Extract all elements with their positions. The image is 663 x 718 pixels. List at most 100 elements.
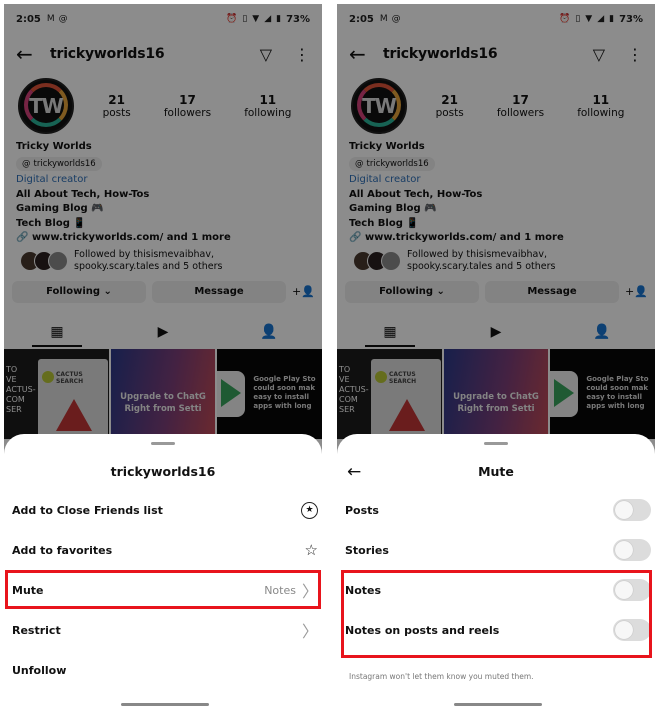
followed-by[interactable]: Followed by thisismevaibhav, spooky.scary…: [337, 246, 655, 273]
message-button[interactable]: Message: [485, 280, 619, 303]
post-thumbnail[interactable]: Upgrade to ChatG Right from Setti: [443, 348, 549, 439]
highlight-box: [341, 570, 652, 658]
more-options-icon[interactable]: ⋮: [294, 45, 310, 64]
bio-line: Tech Blog 📱: [349, 217, 419, 229]
home-indicator[interactable]: [454, 703, 542, 706]
display-name: Tricky Worlds: [16, 141, 92, 152]
follower-avatar: [48, 250, 68, 271]
highlight-box: [5, 570, 321, 609]
bio-line: All About Tech, How-Tos: [349, 188, 483, 200]
sheet-title: Mute: [478, 464, 514, 479]
post-thumbnail[interactable]: Google Play Sto could soon mak easy to ins…: [217, 348, 322, 439]
profile-tabs: ▦ ▶ 👤: [4, 317, 322, 347]
status-bar: 2:05 M @ ⏰ ▯ ▼ ◢ ▮ 73%: [4, 4, 322, 34]
display-name: Tricky Worlds: [349, 141, 425, 152]
profile-top-bar: ← trickyworlds16 ▽ ⋮: [4, 34, 322, 74]
status-time: 2:05: [349, 13, 374, 25]
star-outline-icon: ☆: [304, 541, 318, 559]
category-label: Digital creator: [349, 174, 421, 185]
threads-icon: @: [355, 158, 364, 169]
warning-icon: [56, 398, 92, 431]
battery-level: 73%: [286, 13, 310, 25]
profile-bio: Tricky Worlds @ trickyworlds16 Digital cr…: [337, 134, 655, 246]
threads-badge[interactable]: @ trickyworlds16: [16, 156, 102, 171]
bio-line: Gaming Blog 🎮: [16, 203, 104, 214]
alarm-icon: ⏰: [226, 14, 238, 24]
battery-icon: ▮: [276, 14, 282, 24]
signal-icon: ◢: [264, 14, 272, 24]
threads-icon: @: [391, 14, 401, 24]
more-options-icon[interactable]: ⋮: [627, 45, 643, 64]
bio-line: Gaming Blog 🎮: [349, 203, 437, 214]
profile-top-bar: ← trickyworlds16 ▽ ⋮: [337, 34, 655, 74]
sheet-title: trickyworlds16: [110, 464, 216, 479]
profile-page: 2:05 M @ ⏰ ▯ ▼ ◢ ▮ 73% ← trickyworlds16 …: [337, 4, 655, 464]
stat-posts[interactable]: 21 posts: [103, 93, 131, 119]
tagged-icon: 👤: [593, 323, 611, 340]
right-screenshot: 2:05 M @ ⏰ ▯ ▼ ◢ ▮ 73% ← trickyworlds16 …: [333, 0, 663, 718]
send-direct-icon[interactable]: ▽: [260, 45, 272, 64]
bio-link[interactable]: 🔗 www.trickyworlds.com/ and 1 more: [349, 231, 643, 246]
profile-stats: 21 posts 17 followers 11 following: [419, 93, 641, 119]
stat-posts[interactable]: 21 posts: [436, 93, 464, 119]
bio-line: All About Tech, How-Tos: [16, 188, 150, 200]
mute-stories-toggle[interactable]: [613, 539, 651, 561]
tagged-icon: 👤: [260, 323, 278, 340]
add-user-icon[interactable]: +👤: [292, 285, 315, 298]
status-time: 2:05: [16, 13, 41, 25]
signal-icon: ◢: [597, 14, 605, 24]
bio-link[interactable]: 🔗 www.trickyworlds.com/ and 1 more: [16, 231, 310, 246]
threads-badge[interactable]: @ trickyworlds16: [349, 156, 435, 171]
gmail-icon: M: [379, 14, 388, 24]
threads-icon: @: [58, 14, 68, 24]
stat-following[interactable]: 11 following: [577, 93, 624, 119]
send-direct-icon[interactable]: ▽: [593, 45, 605, 64]
followed-by[interactable]: Followed by thisismevaibhav, spooky.scary…: [4, 246, 322, 273]
post-thumbnail[interactable]: TO VE ACTUS- COM SER CACTUS SEARCH: [337, 348, 442, 439]
tab-grid[interactable]: ▦: [337, 317, 443, 347]
message-button[interactable]: Message: [152, 280, 286, 303]
add-user-icon[interactable]: +👤: [625, 285, 648, 298]
avatar[interactable]: TW: [18, 78, 74, 134]
profile-stats: 21 posts 17 followers 11 following: [86, 93, 308, 119]
mute-posts-toggle[interactable]: [613, 499, 651, 521]
play-store-icon: [554, 378, 575, 407]
following-button[interactable]: Following ⌄: [12, 280, 146, 303]
profile-username: trickyworlds16: [50, 46, 165, 62]
stat-followers[interactable]: 17 followers: [497, 93, 544, 119]
link-icon: 🔗: [349, 232, 362, 243]
profile-username: trickyworlds16: [383, 46, 498, 62]
menu-unfollow[interactable]: Unfollow: [12, 650, 318, 690]
bio-line: Tech Blog 📱: [16, 217, 86, 229]
back-arrow-icon[interactable]: ←: [349, 42, 383, 66]
gmail-icon: M: [46, 14, 55, 24]
vibrate-icon: ▯: [575, 14, 581, 24]
tab-tagged[interactable]: 👤: [549, 317, 655, 347]
warning-icon: [389, 398, 425, 431]
menu-add-close-friends[interactable]: Add to Close Friends list ★: [12, 490, 318, 530]
back-arrow-icon[interactable]: ←: [16, 42, 50, 66]
alarm-icon: ⏰: [559, 14, 571, 24]
posts-grid: TO VE ACTUS- COM SER CACTUS SEARCH Upgrade t…: [337, 348, 655, 439]
post-thumbnail[interactable]: Google Play Sto could soon mak easy to ins…: [550, 348, 655, 439]
threads-icon: @: [22, 158, 31, 169]
mute-posts-row: Posts: [345, 490, 651, 530]
tab-reels[interactable]: ▶: [110, 317, 216, 347]
tab-tagged[interactable]: 👤: [216, 317, 322, 347]
avatar[interactable]: TW: [351, 78, 407, 134]
play-store-icon: [221, 378, 242, 407]
sheet-grabber[interactable]: [151, 442, 175, 445]
stat-following[interactable]: 11 following: [244, 93, 291, 119]
menu-restrict[interactable]: Restrict 〉: [12, 610, 318, 650]
menu-add-favorites[interactable]: Add to favorites ☆: [12, 530, 318, 570]
mute-footer-note: Instagram won't let them know you muted …: [349, 672, 534, 681]
stat-followers[interactable]: 17 followers: [164, 93, 211, 119]
sheet-grabber[interactable]: [484, 442, 508, 445]
grid-icon: ▦: [383, 323, 397, 340]
post-thumbnail[interactable]: TO VE ACTUS- COM SER CACTUS SEARCH: [4, 348, 109, 439]
tab-grid[interactable]: ▦: [4, 317, 110, 347]
following-button[interactable]: Following ⌄: [345, 280, 479, 303]
home-indicator[interactable]: [121, 703, 209, 706]
tab-reels[interactable]: ▶: [443, 317, 549, 347]
post-thumbnail[interactable]: Upgrade to ChatG Right from Setti: [110, 348, 216, 439]
